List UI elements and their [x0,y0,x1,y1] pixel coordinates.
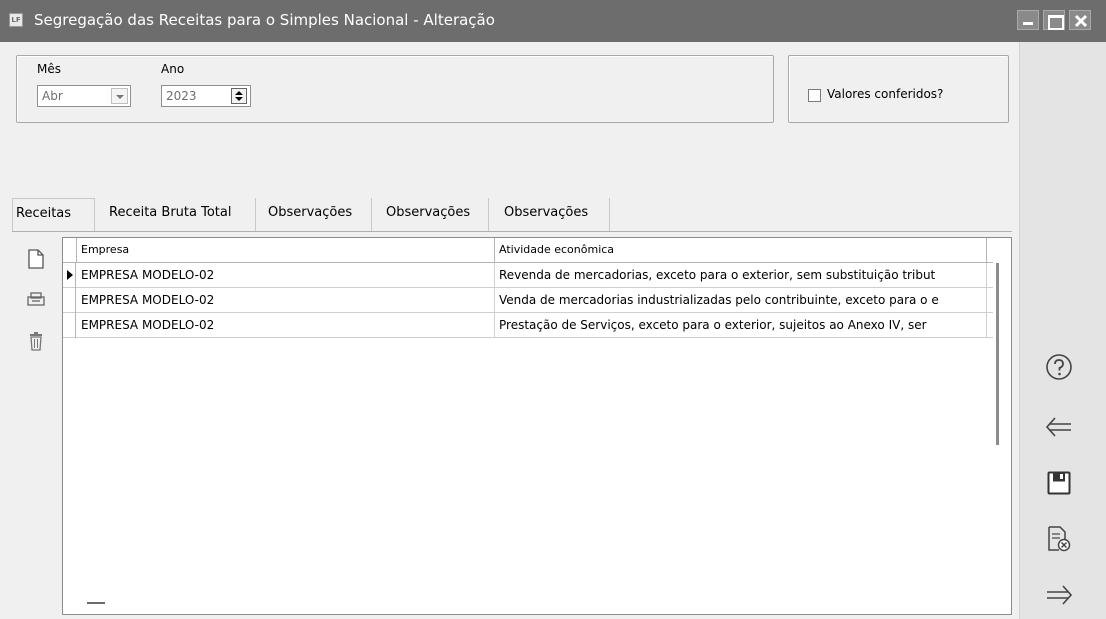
valores-conferidos-checkbox[interactable] [808,89,821,102]
new-record-button[interactable] [26,248,46,270]
back-button[interactable] [1042,410,1076,444]
cell-empresa[interactable]: EMPRESA MODELO-02 [77,288,495,313]
tab-divider [12,231,1012,232]
current-row-indicator-icon [63,263,76,288]
tab-observacoes-1[interactable]: Observações [268,198,372,231]
close-icon [1074,14,1088,28]
cell-atividade[interactable]: Revenda de mercadorias, exceto para o ex… [495,263,987,288]
delete-record-button[interactable] [26,330,46,352]
cell-empresa[interactable]: EMPRESA MODELO-02 [77,263,495,288]
valores-conferidos-label: Valores conferidos? [827,87,944,101]
help-icon [1046,354,1072,380]
window-title: Segregação das Receitas para o Simples N… [34,11,495,29]
title-bar: LF Segregação das Receitas para o Simple… [0,0,1106,42]
grid-header: Empresa Atividade econômica [63,238,993,263]
help-button[interactable] [1042,350,1076,384]
cell-empresa[interactable]: EMPRESA MODELO-02 [77,313,495,338]
ano-value: 2023 [166,89,197,103]
new-document-icon [28,249,44,269]
ano-spinner[interactable]: 2023 [161,85,251,107]
column-atividade[interactable]: Atividade econômica [495,238,987,263]
tab-observacoes-2[interactable]: Observações [386,198,489,231]
tab-receita-bruta-total[interactable]: Receita Bruta Total [109,198,256,231]
conferidos-group: Valores conferidos? [788,55,1009,123]
period-group: Mês Abr Ano 2023 [16,55,774,123]
mes-value: Abr [42,89,63,103]
cell-atividade[interactable]: Prestação de Serviços, exceto para o ext… [495,313,987,338]
table-row[interactable]: EMPRESA MODELO-02 Revenda de mercadorias… [63,263,993,288]
app-icon[interactable]: LF [9,13,23,27]
mes-select[interactable]: Abr [37,85,131,107]
cancel-document-icon [1048,526,1071,552]
spinner-icon[interactable] [231,88,247,104]
row-indicator [63,288,76,313]
table-row[interactable]: EMPRESA MODELO-02 Venda de mercadorias i… [63,288,993,313]
maximize-button[interactable] [1043,10,1065,30]
action-panel [1019,42,1106,619]
row-indicator [63,313,76,338]
tab-receitas[interactable]: Receitas [12,198,95,231]
forward-arrow-icon [1047,585,1073,605]
ano-label: Ano [161,62,185,76]
vertical-scrollbar[interactable] [996,263,999,445]
receitas-grid[interactable]: Empresa Atividade econômica EMPRESA MODE… [62,237,1012,615]
column-empresa[interactable]: Empresa [77,238,495,263]
back-arrow-icon [1045,417,1071,437]
tab-observacoes-3[interactable]: Observações [504,198,610,231]
cancel-button[interactable] [1042,522,1076,556]
mes-label: Mês [37,62,61,76]
horizontal-scrollbar[interactable] [87,602,105,604]
open-records-button[interactable] [26,288,46,310]
trash-icon [30,332,42,351]
minimize-button[interactable] [1017,10,1039,30]
open-tray-icon [27,292,45,306]
header-indicator [63,238,77,263]
cell-atividade[interactable]: Venda de mercadorias industrializadas pe… [495,288,987,313]
close-button[interactable] [1069,10,1091,30]
table-row[interactable]: EMPRESA MODELO-02 Prestação de Serviços,… [63,313,993,338]
save-icon [1047,471,1071,495]
forward-button[interactable] [1042,578,1076,612]
chevron-down-icon[interactable] [111,88,128,104]
save-button[interactable] [1042,466,1076,500]
